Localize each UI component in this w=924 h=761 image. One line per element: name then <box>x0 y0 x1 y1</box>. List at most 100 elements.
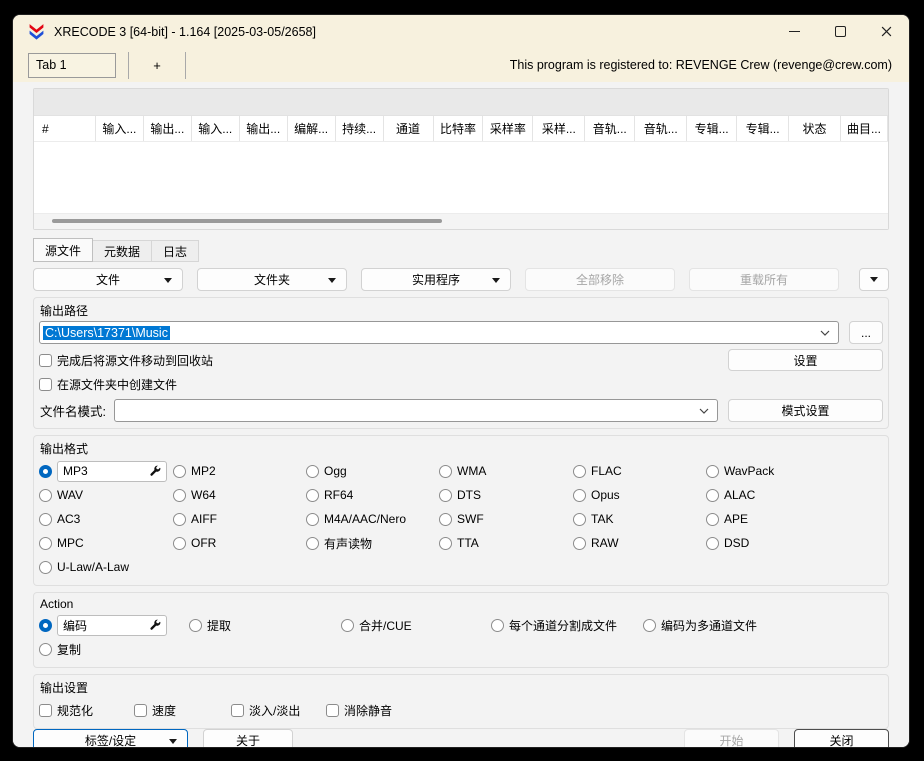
action-option-item[interactable]: 复制 <box>39 641 81 658</box>
file-menu-button[interactable]: 文件 <box>33 268 183 291</box>
column-header-3[interactable]: 输出... <box>144 116 192 141</box>
filename-pattern-combobox[interactable] <box>114 399 718 422</box>
format-option-wma[interactable]: WMA <box>439 459 573 483</box>
output-format-group: 输出格式 MP3MP2OggWMAFLACWavPackWAVW64RF64DT… <box>33 435 889 586</box>
format-option-ape[interactable]: APE <box>706 507 883 531</box>
format-option-m4a-aac-nero[interactable]: M4A/AAC/Nero <box>306 507 439 531</box>
column-header-10[interactable]: 采样率 <box>483 116 533 141</box>
utilities-menu-button[interactable]: 实用程序 <box>361 268 511 291</box>
utilities-menu-label: 实用程序 <box>412 271 460 288</box>
format-option-dts[interactable]: DTS <box>439 483 573 507</box>
column-header-5[interactable]: 输出... <box>240 116 288 141</box>
column-header-2[interactable]: 输入... <box>96 116 144 141</box>
folder-menu-button[interactable]: 文件夹 <box>197 268 347 291</box>
format-option-opus[interactable]: Opus <box>573 483 706 507</box>
wrench-icon <box>149 465 161 477</box>
format-option-mp3[interactable]: MP3 <box>39 459 173 483</box>
format-option-dsd[interactable]: DSD <box>706 531 883 555</box>
column-header-4[interactable]: 输入... <box>192 116 240 141</box>
radio-icon <box>706 489 719 502</box>
option-label: RAW <box>591 536 619 550</box>
format-option-aiff[interactable]: AIFF <box>173 507 306 531</box>
column-header-9[interactable]: 比特率 <box>434 116 484 141</box>
close-dialog-button[interactable]: 关闭 <box>794 729 889 748</box>
remove-all-button[interactable]: 全部移除 <box>525 268 675 291</box>
start-button[interactable]: 开始 <box>684 729 779 748</box>
tab-1[interactable]: Tab 1 <box>28 53 116 78</box>
setting-checkbox-item[interactable]: 消除静音 <box>326 698 883 722</box>
tags-settings-button[interactable]: 标签/设定 <box>33 729 188 748</box>
minimize-button[interactable] <box>771 15 817 48</box>
format-option-ofr[interactable]: OFR <box>173 531 306 555</box>
column-header-8[interactable]: 通道 <box>384 116 434 141</box>
format-option-tak[interactable]: TAK <box>573 507 706 531</box>
reload-all-button[interactable]: 重载所有 <box>689 268 839 291</box>
option-label: SWF <box>457 512 484 526</box>
action-option-config-box[interactable]: 编码 <box>57 615 167 636</box>
horizontal-scrollbar[interactable] <box>34 213 888 229</box>
option-label: 每个通道分割成文件 <box>509 617 617 634</box>
action-option-item[interactable]: 提取 <box>189 613 341 637</box>
radio-icon <box>306 465 319 478</box>
column-header-11[interactable]: 采样... <box>533 116 585 141</box>
format-option-ogg[interactable]: Ogg <box>306 459 439 483</box>
action-option-item[interactable]: 编码 <box>39 613 189 637</box>
format-option-tta[interactable]: TTA <box>439 531 573 555</box>
format-option-ac3[interactable]: AC3 <box>39 507 173 531</box>
settings-button[interactable]: 设置 <box>728 349 883 371</box>
format-option-swf[interactable]: SWF <box>439 507 573 531</box>
format-option-raw[interactable]: RAW <box>573 531 706 555</box>
column-header-15[interactable]: 专辑... <box>737 116 789 141</box>
wrench-icon <box>149 619 161 631</box>
about-button[interactable]: 关于 <box>203 729 293 748</box>
option-label: DTS <box>457 488 481 502</box>
table-body[interactable] <box>34 142 888 213</box>
format-option-rf64[interactable]: RF64 <box>306 483 439 507</box>
view-tab-1[interactable]: 源文件 <box>33 238 93 262</box>
view-tab-2[interactable]: 元数据 <box>92 240 152 262</box>
radio-icon <box>573 465 586 478</box>
format-option-mp2[interactable]: MP2 <box>173 459 306 483</box>
browse-button[interactable]: ... <box>849 321 883 344</box>
column-header-6[interactable]: 编解... <box>288 116 336 141</box>
tags-settings-label: 标签/设定 <box>85 732 136 748</box>
scrollbar-thumb[interactable] <box>52 219 442 223</box>
action-option-cue[interactable]: 合并/CUE <box>341 613 491 637</box>
column-header-17[interactable]: 曲目... <box>841 116 888 141</box>
format-option-wav[interactable]: WAV <box>39 483 173 507</box>
view-tab-3[interactable]: 日志 <box>151 240 199 262</box>
format-option-wavpack[interactable]: WavPack <box>706 459 883 483</box>
close-button[interactable] <box>863 15 909 48</box>
setting-checkbox-item[interactable]: 规范化 <box>39 698 134 722</box>
format-option-config-box[interactable]: MP3 <box>57 461 167 482</box>
action-option-item[interactable]: 编码为多通道文件 <box>643 613 883 637</box>
main-content: #输入...输出...输入...输出...编解...持续...通道比特率采样率采… <box>13 82 909 748</box>
format-option-w64[interactable]: W64 <box>173 483 306 507</box>
action-option-item[interactable]: 每个通道分割成文件 <box>491 613 643 637</box>
radio-icon <box>39 537 52 550</box>
format-option-u-law-a-law[interactable]: U-Law/A-Law <box>39 555 173 579</box>
output-path-combobox[interactable]: C:\Users\17371\Music <box>39 321 839 344</box>
create-in-source-checkbox[interactable] <box>39 378 52 391</box>
column-header-7[interactable]: 持续... <box>336 116 384 141</box>
setting-checkbox-item[interactable]: 速度 <box>134 698 231 722</box>
checkbox-icon <box>39 704 52 717</box>
format-option-alac[interactable]: ALAC <box>706 483 883 507</box>
add-tab-button[interactable]: + <box>129 58 185 73</box>
column-header-1[interactable]: # <box>34 116 96 141</box>
more-menu-button[interactable] <box>859 268 889 291</box>
format-option-item[interactable]: 有声读物 <box>306 531 439 555</box>
column-header-13[interactable]: 音轨... <box>635 116 687 141</box>
recycle-checkbox[interactable] <box>39 354 52 367</box>
column-header-14[interactable]: 专辑... <box>687 116 737 141</box>
pattern-settings-button[interactable]: 模式设置 <box>728 399 883 422</box>
column-header-12[interactable]: 音轨... <box>585 116 635 141</box>
format-option-mpc[interactable]: MPC <box>39 531 173 555</box>
output-path-label: 输出路径 <box>40 302 883 319</box>
option-label: W64 <box>191 488 216 502</box>
format-option-flac[interactable]: FLAC <box>573 459 706 483</box>
title-bar[interactable]: XRECODE 3 [64-bit] - 1.164 [2025-03-05/2… <box>13 15 909 48</box>
setting-checkbox-item[interactable]: 淡入/淡出 <box>231 698 326 722</box>
maximize-button[interactable] <box>817 15 863 48</box>
column-header-16[interactable]: 状态 <box>789 116 841 141</box>
